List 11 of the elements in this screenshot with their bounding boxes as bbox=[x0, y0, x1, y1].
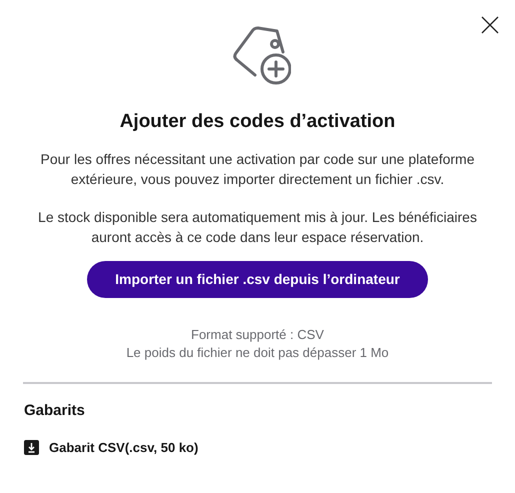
import-button[interactable]: Importer un fichier .csv depuis l’ordinateur bbox=[87, 260, 428, 298]
description-text: Pour les offres nécessitant une activation par code sur une plateforme extérieure, vous pouvez importer directement un fichier .csv. bbox=[40, 150, 476, 188]
close-button[interactable] bbox=[479, 14, 501, 36]
description-text: Le stock disponible sera automatiquement mis à jour. Les bénéficiaires auront accès à ce code dans leur espace réservation. bbox=[37, 208, 478, 246]
download-link[interactable]: Gabarit CSV(.csv, 50 ko) bbox=[24, 438, 491, 458]
close-icon bbox=[480, 15, 500, 35]
section-heading: Gabarits bbox=[24, 400, 86, 420]
format-note: Le poids du fichier ne doit pas dépasser 1 Mo bbox=[126, 344, 389, 362]
download-icon bbox=[24, 440, 39, 456]
format-note: Format supporté : CSV bbox=[191, 326, 324, 344]
dialog-title: Ajouter des codes d’activation bbox=[120, 110, 396, 134]
